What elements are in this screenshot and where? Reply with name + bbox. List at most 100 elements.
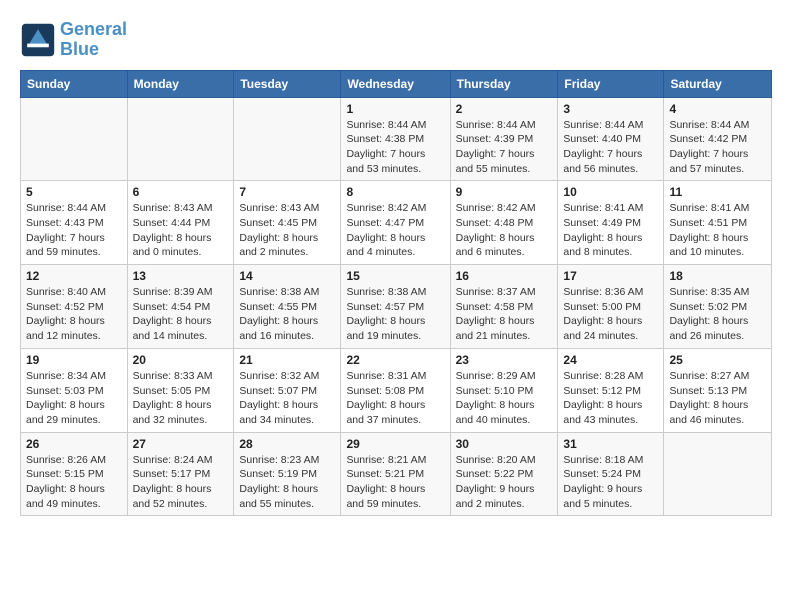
day-number: 24 <box>563 353 658 367</box>
day-number: 20 <box>133 353 229 367</box>
calendar-day-9: 9 Sunrise: 8:42 AM Sunset: 4:48 PM Daylig… <box>450 181 558 265</box>
day-info: Sunrise: 8:27 AM Sunset: 5:13 PM Dayligh… <box>669 369 766 428</box>
weekday-header-tuesday: Tuesday <box>234 70 341 97</box>
calendar-day-12: 12Sunrise: 8:40 AM Sunset: 4:52 PM Dayli… <box>21 265 128 349</box>
day-info: Sunrise: 8:43 AM Sunset: 4:44 PM Dayligh… <box>133 201 229 260</box>
day-info: Sunrise: 8:42 AM Sunset: 4:47 PM Dayligh… <box>346 201 444 260</box>
day-number: 10 <box>563 185 658 199</box>
day-number: 26 <box>26 437 122 451</box>
day-info: Sunrise: 8:36 AM Sunset: 5:00 PM Dayligh… <box>563 285 658 344</box>
calendar-day-6: 6 Sunrise: 8:43 AM Sunset: 4:44 PM Daylig… <box>127 181 234 265</box>
weekday-header-wednesday: Wednesday <box>341 70 450 97</box>
day-info: Sunrise: 8:38 AM Sunset: 4:57 PM Dayligh… <box>346 285 444 344</box>
calendar-week-row: 5 Sunrise: 8:44 AM Sunset: 4:43 PM Daylig… <box>21 181 772 265</box>
day-number: 11 <box>669 185 766 199</box>
weekday-header-sunday: Sunday <box>21 70 128 97</box>
day-number: 2 <box>456 102 553 116</box>
day-info: Sunrise: 8:44 AM Sunset: 4:38 PM Dayligh… <box>346 118 444 177</box>
day-info: Sunrise: 8:29 AM Sunset: 5:10 PM Dayligh… <box>456 369 553 428</box>
calendar-day-8: 8Sunrise: 8:42 AM Sunset: 4:47 PM Daylig… <box>341 181 450 265</box>
day-info: Sunrise: 8:28 AM Sunset: 5:12 PM Dayligh… <box>563 369 658 428</box>
day-info: Sunrise: 8:35 AM Sunset: 5:02 PM Dayligh… <box>669 285 766 344</box>
logo-line2: Blue <box>60 40 127 60</box>
day-number: 16 <box>456 269 553 283</box>
day-info: Sunrise: 8:44 AM Sunset: 4:42 PM Dayligh… <box>669 118 766 177</box>
day-number: 29 <box>346 437 444 451</box>
calendar-day-28: 28 Sunrise: 8:23 AM Sunset: 5:19 PM Dayli… <box>234 432 341 516</box>
day-number: 30 <box>456 437 553 451</box>
day-info: Sunrise: 8:43 AM Sunset: 4:45 PM Dayligh… <box>239 201 335 260</box>
day-number: 15 <box>346 269 444 283</box>
calendar-day-14: 14 Sunrise: 8:38 AM Sunset: 4:55 PM Dayli… <box>234 265 341 349</box>
calendar-day-27: 27 Sunrise: 8:24 AM Sunset: 5:17 PM Dayli… <box>127 432 234 516</box>
day-number: 9 <box>456 185 553 199</box>
logo: General Blue <box>20 20 127 60</box>
day-info: Sunrise: 8:34 AM Sunset: 5:03 PM Dayligh… <box>26 369 122 428</box>
day-info: Sunrise: 8:39 AM Sunset: 4:54 PM Dayligh… <box>133 285 229 344</box>
calendar-day-25: 25Sunrise: 8:27 AM Sunset: 5:13 PM Dayli… <box>664 348 772 432</box>
weekday-header-monday: Monday <box>127 70 234 97</box>
calendar-day-20: 20 Sunrise: 8:33 AM Sunset: 5:05 PM Dayli… <box>127 348 234 432</box>
day-number: 6 <box>133 185 229 199</box>
day-number: 17 <box>563 269 658 283</box>
calendar-day-30: 30 Sunrise: 8:20 AM Sunset: 5:22 PM Dayli… <box>450 432 558 516</box>
logo-line1: General <box>60 20 127 40</box>
calendar-week-row: 19 Sunrise: 8:34 AM Sunset: 5:03 PM Dayli… <box>21 348 772 432</box>
day-number: 21 <box>239 353 335 367</box>
calendar-day-18: 18 Sunrise: 8:35 AM Sunset: 5:02 PM Dayli… <box>664 265 772 349</box>
day-number: 7 <box>239 185 335 199</box>
day-info: Sunrise: 8:41 AM Sunset: 4:49 PM Dayligh… <box>563 201 658 260</box>
calendar-day-2: 2 Sunrise: 8:44 AM Sunset: 4:39 PM Daylig… <box>450 97 558 181</box>
day-number: 4 <box>669 102 766 116</box>
day-number: 13 <box>133 269 229 283</box>
day-info: Sunrise: 8:20 AM Sunset: 5:22 PM Dayligh… <box>456 453 553 512</box>
calendar-day-10: 10 Sunrise: 8:41 AM Sunset: 4:49 PM Dayli… <box>558 181 664 265</box>
day-info: Sunrise: 8:41 AM Sunset: 4:51 PM Dayligh… <box>669 201 766 260</box>
calendar-day-29: 29 Sunrise: 8:21 AM Sunset: 5:21 PM Dayli… <box>341 432 450 516</box>
day-info: Sunrise: 8:44 AM Sunset: 4:39 PM Dayligh… <box>456 118 553 177</box>
calendar-empty-cell <box>664 432 772 516</box>
logo-icon <box>20 22 56 58</box>
day-number: 1 <box>346 102 444 116</box>
calendar-week-row: 26 Sunrise: 8:26 AM Sunset: 5:15 PM Dayli… <box>21 432 772 516</box>
day-info: Sunrise: 8:44 AM Sunset: 4:43 PM Dayligh… <box>26 201 122 260</box>
calendar-empty-cell <box>127 97 234 181</box>
day-info: Sunrise: 8:44 AM Sunset: 4:40 PM Dayligh… <box>563 118 658 177</box>
calendar-week-row: 1 Sunrise: 8:44 AM Sunset: 4:38 PM Daylig… <box>21 97 772 181</box>
day-number: 3 <box>563 102 658 116</box>
calendar-day-19: 19 Sunrise: 8:34 AM Sunset: 5:03 PM Dayli… <box>21 348 128 432</box>
calendar-day-16: 16 Sunrise: 8:37 AM Sunset: 4:58 PM Dayli… <box>450 265 558 349</box>
calendar-day-5: 5 Sunrise: 8:44 AM Sunset: 4:43 PM Daylig… <box>21 181 128 265</box>
calendar-day-13: 13 Sunrise: 8:39 AM Sunset: 4:54 PM Dayli… <box>127 265 234 349</box>
day-info: Sunrise: 8:23 AM Sunset: 5:19 PM Dayligh… <box>239 453 335 512</box>
day-number: 18 <box>669 269 766 283</box>
calendar-day-17: 17 Sunrise: 8:36 AM Sunset: 5:00 PM Dayli… <box>558 265 664 349</box>
day-info: Sunrise: 8:24 AM Sunset: 5:17 PM Dayligh… <box>133 453 229 512</box>
calendar-day-15: 15 Sunrise: 8:38 AM Sunset: 4:57 PM Dayli… <box>341 265 450 349</box>
day-number: 28 <box>239 437 335 451</box>
day-info: Sunrise: 8:26 AM Sunset: 5:15 PM Dayligh… <box>26 453 122 512</box>
day-number: 19 <box>26 353 122 367</box>
day-info: Sunrise: 8:38 AM Sunset: 4:55 PM Dayligh… <box>239 285 335 344</box>
calendar-day-1: 1 Sunrise: 8:44 AM Sunset: 4:38 PM Daylig… <box>341 97 450 181</box>
day-number: 12 <box>26 269 122 283</box>
day-info: Sunrise: 8:18 AM Sunset: 5:24 PM Dayligh… <box>563 453 658 512</box>
day-info: Sunrise: 8:31 AM Sunset: 5:08 PM Dayligh… <box>346 369 444 428</box>
day-number: 27 <box>133 437 229 451</box>
day-info: Sunrise: 8:37 AM Sunset: 4:58 PM Dayligh… <box>456 285 553 344</box>
day-number: 14 <box>239 269 335 283</box>
day-number: 22 <box>346 353 444 367</box>
weekday-header-thursday: Thursday <box>450 70 558 97</box>
calendar-week-row: 12Sunrise: 8:40 AM Sunset: 4:52 PM Dayli… <box>21 265 772 349</box>
day-number: 5 <box>26 185 122 199</box>
day-info: Sunrise: 8:33 AM Sunset: 5:05 PM Dayligh… <box>133 369 229 428</box>
calendar-day-22: 22 Sunrise: 8:31 AM Sunset: 5:08 PM Dayli… <box>341 348 450 432</box>
calendar-day-11: 11 Sunrise: 8:41 AM Sunset: 4:51 PM Dayli… <box>664 181 772 265</box>
calendar-day-21: 21Sunrise: 8:32 AM Sunset: 5:07 PM Dayli… <box>234 348 341 432</box>
calendar-empty-cell <box>234 97 341 181</box>
day-info: Sunrise: 8:21 AM Sunset: 5:21 PM Dayligh… <box>346 453 444 512</box>
day-info: Sunrise: 8:42 AM Sunset: 4:48 PM Dayligh… <box>456 201 553 260</box>
calendar-table: SundayMondayTuesdayWednesdayThursdayFrid… <box>20 70 772 517</box>
calendar-header-row: SundayMondayTuesdayWednesdayThursdayFrid… <box>21 70 772 97</box>
weekday-header-friday: Friday <box>558 70 664 97</box>
